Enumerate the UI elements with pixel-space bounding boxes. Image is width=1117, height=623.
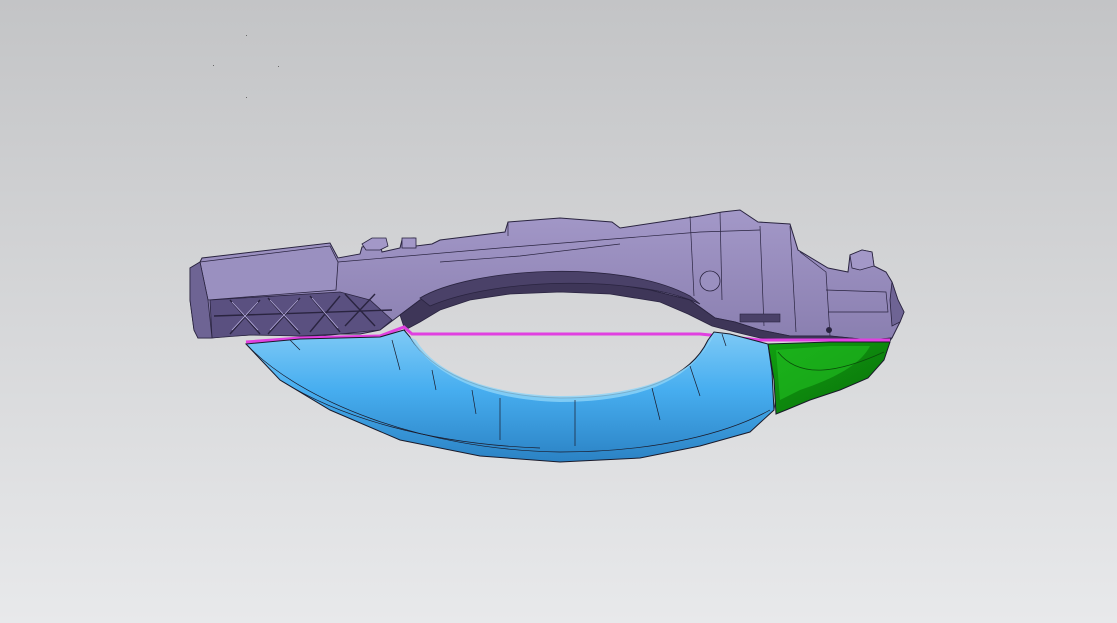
housing-small-hole [826, 327, 832, 333]
cad-viewport[interactable] [0, 0, 1117, 623]
viewport-background [0, 0, 1117, 623]
housing-top-tab [401, 237, 417, 249]
model-canvas[interactable] [0, 0, 1117, 623]
housing-slot [739, 313, 781, 323]
housing-boss [699, 270, 721, 292]
